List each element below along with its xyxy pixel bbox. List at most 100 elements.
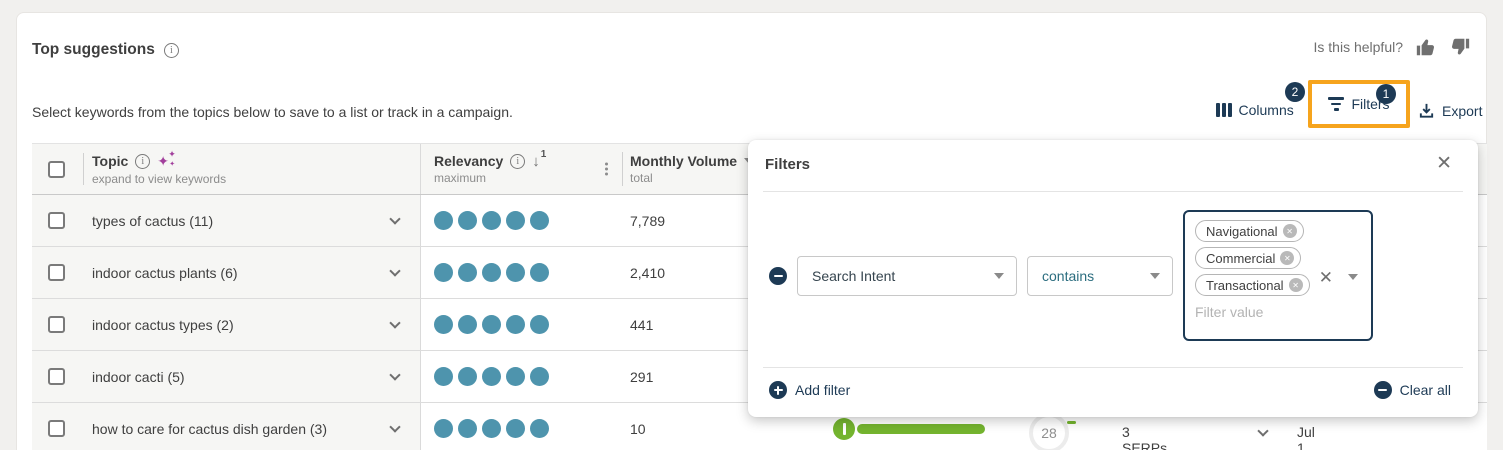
relevancy-dot xyxy=(482,263,501,282)
filter-value-input[interactable] xyxy=(1195,304,1315,320)
relevancy-dots xyxy=(434,315,549,334)
relevancy-cell xyxy=(420,299,622,350)
relevancy-dot xyxy=(458,315,477,334)
topic-cell[interactable]: types of cactus (11) xyxy=(84,195,420,246)
relevancy-dot xyxy=(458,367,477,386)
clear-all-button[interactable]: Clear all xyxy=(1374,381,1451,399)
trend-dash-icon xyxy=(1067,421,1076,424)
tag-label: Transactional xyxy=(1206,278,1284,293)
filter-value-multiselect[interactable]: Navigational Commercial Transactional ✕ xyxy=(1183,210,1373,341)
monthly-volume-value: 291 xyxy=(630,369,653,385)
relevancy-cell xyxy=(420,195,622,246)
row-checkbox[interactable] xyxy=(48,264,65,281)
topic-label: indoor cactus types (2) xyxy=(92,317,234,333)
topic-cell[interactable]: indoor cactus plants (6) xyxy=(84,247,420,298)
relevancy-dot xyxy=(482,367,501,386)
clear-values-icon[interactable]: ✕ xyxy=(1319,269,1333,286)
row-checkbox-cell xyxy=(32,247,84,298)
filter-icon xyxy=(1328,97,1344,111)
monthly-volume-value: 7,789 xyxy=(630,213,665,229)
filters-badge: 1 xyxy=(1376,84,1396,104)
topic-info-icon[interactable] xyxy=(135,154,150,169)
relevancy-dot xyxy=(482,419,501,438)
relevancy-dots xyxy=(434,419,549,438)
filter-field-select[interactable]: Search Intent xyxy=(797,256,1017,296)
monthly-volume-value: 441 xyxy=(630,317,653,333)
info-icon[interactable] xyxy=(164,43,179,58)
ai-sparkles-icon: ✦✦✦ xyxy=(157,152,177,170)
columns-badge: 2 xyxy=(1285,82,1305,102)
relevancy-cell xyxy=(420,403,622,450)
sort-descending-icon[interactable]: ↓1 xyxy=(532,154,546,169)
row-checkbox[interactable] xyxy=(48,212,65,229)
remove-tag-icon[interactable] xyxy=(1283,224,1297,238)
tag-label: Navigational xyxy=(1206,224,1278,239)
caret-down-icon[interactable] xyxy=(1348,274,1358,280)
relevancy-info-icon[interactable] xyxy=(510,154,525,169)
columns-label: Columns xyxy=(1239,102,1294,118)
relevancy-dot xyxy=(434,367,453,386)
relevancy-dot xyxy=(506,263,525,282)
topic-label: types of cactus (11) xyxy=(92,213,213,229)
page-title-text: Top suggestions xyxy=(32,41,155,59)
monthly-volume-value: 2,410 xyxy=(630,265,665,281)
remove-tag-icon[interactable] xyxy=(1280,251,1294,265)
topic-label: how to care for cactus dish garden (3) xyxy=(92,421,327,437)
kebab-menu-icon[interactable] xyxy=(605,163,608,176)
add-filter-button[interactable]: Add filter xyxy=(769,381,850,399)
chevron-down-icon[interactable] xyxy=(389,213,400,224)
serps-value: 3 SERPs xyxy=(1122,424,1167,450)
thumbs-up-icon[interactable] xyxy=(1415,36,1437,58)
relevancy-dots xyxy=(434,263,549,282)
chevron-down-icon[interactable] xyxy=(389,317,400,328)
relevancy-dot xyxy=(458,211,477,230)
green-status-icon xyxy=(833,418,855,440)
filter-operator-value: contains xyxy=(1042,268,1094,284)
remove-tag-icon[interactable] xyxy=(1289,278,1303,292)
plus-circle-icon xyxy=(769,381,787,399)
filter-operator-select[interactable]: contains xyxy=(1027,256,1173,296)
divider xyxy=(763,191,1463,192)
relevancy-dot xyxy=(530,419,549,438)
relevancy-dot xyxy=(506,367,525,386)
clear-all-label: Clear all xyxy=(1400,382,1451,398)
volume-header-sublabel: total xyxy=(630,171,754,185)
row-checkbox-cell xyxy=(32,195,84,246)
relevancy-dot xyxy=(506,211,525,230)
page-subtitle: Select keywords from the topics below to… xyxy=(32,104,513,120)
topic-cell[interactable]: indoor cactus types (2) xyxy=(84,299,420,350)
topic-header-cell: Topic ✦✦✦ expand to view keywords xyxy=(84,144,420,194)
relevancy-dot xyxy=(482,315,501,334)
row-checkbox[interactable] xyxy=(48,368,65,385)
filter-value-tag: Transactional xyxy=(1195,274,1310,296)
date-value: Jul 1, 2025 xyxy=(1297,424,1328,450)
topic-label: indoor cactus plants (6) xyxy=(92,265,238,281)
filter-field-value: Search Intent xyxy=(812,268,895,284)
divider xyxy=(763,367,1463,368)
columns-button[interactable]: Columns xyxy=(1216,102,1294,118)
chevron-down-icon[interactable] xyxy=(389,265,400,276)
tag-label: Commercial xyxy=(1206,251,1275,266)
close-icon[interactable]: ✕ xyxy=(1436,154,1452,173)
monthly-volume-value: 10 xyxy=(630,421,646,437)
export-button[interactable]: Export xyxy=(1418,102,1482,119)
columns-icon xyxy=(1216,103,1232,117)
topic-cell[interactable]: how to care for cactus dish garden (3) xyxy=(84,403,420,450)
remove-filter-rule-button[interactable] xyxy=(769,267,787,285)
caret-down-icon xyxy=(1150,273,1160,279)
relevancy-dot xyxy=(458,263,477,282)
filters-highlight-box: Filters xyxy=(1308,80,1410,128)
page-title: Top suggestions xyxy=(32,41,179,59)
topic-cell[interactable]: indoor cacti (5) xyxy=(84,351,420,402)
relevancy-header-label: Relevancy xyxy=(434,153,503,169)
thumbs-down-icon[interactable] xyxy=(1449,36,1471,58)
chevron-down-icon[interactable] xyxy=(389,421,400,432)
relevancy-dot xyxy=(434,419,453,438)
row-checkbox[interactable] xyxy=(48,316,65,333)
chevron-down-icon[interactable] xyxy=(389,369,400,380)
select-all-checkbox[interactable] xyxy=(48,161,65,178)
relevancy-dots xyxy=(434,367,549,386)
relevancy-dot xyxy=(506,419,525,438)
relevancy-dot xyxy=(434,315,453,334)
row-checkbox[interactable] xyxy=(48,420,65,437)
